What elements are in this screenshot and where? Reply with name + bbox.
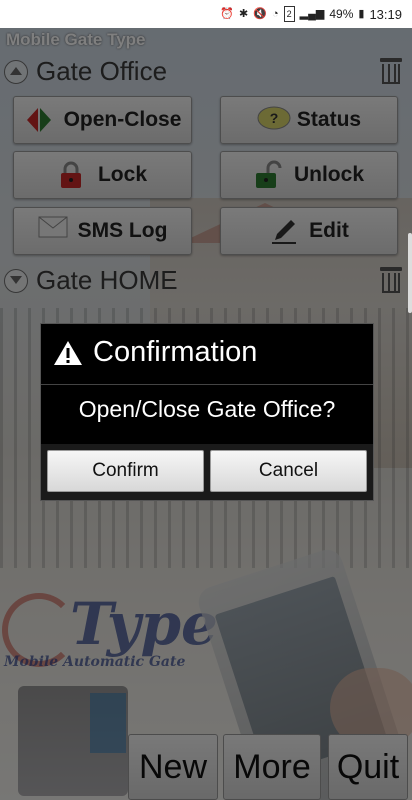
clock: 13:19 bbox=[369, 6, 402, 22]
dialog-message: Open/Close Gate Office? bbox=[78, 396, 336, 422]
cancel-button[interactable]: Cancel bbox=[210, 450, 367, 492]
dialog-divider bbox=[41, 384, 373, 385]
status-bar: ⏰ ✱ 🔇 ◔ 2 ▂▄▆ 49% ▮ 13:19 bbox=[0, 0, 412, 28]
status-icons: ⏰ ✱ 🔇 ◔ 2 ▂▄▆ 49% ▮ 13:19 bbox=[220, 6, 402, 22]
confirm-button[interactable]: Confirm bbox=[47, 450, 204, 492]
dialog-button-bar: Confirm Cancel bbox=[41, 444, 373, 500]
signal-icon: ▂▄▆ bbox=[299, 8, 325, 20]
wifi-icon: ◔ bbox=[271, 8, 279, 20]
bluetooth-icon: ✱ bbox=[239, 8, 249, 20]
dialog-title: Confirmation bbox=[93, 336, 258, 368]
mute-icon: 🔇 bbox=[253, 8, 267, 20]
warning-icon bbox=[53, 340, 83, 366]
sim2-icon: 2 bbox=[283, 6, 295, 22]
edge-panel-handle[interactable] bbox=[408, 233, 412, 313]
dialog-title-bar: Confirmation bbox=[41, 324, 373, 384]
alarm-icon: ⏰ bbox=[220, 8, 235, 20]
confirmation-dialog: Confirmation Open/Close Gate Office? Con… bbox=[40, 323, 374, 501]
battery-icon: ▮ bbox=[358, 8, 365, 20]
battery-percent: 49% bbox=[329, 7, 354, 21]
